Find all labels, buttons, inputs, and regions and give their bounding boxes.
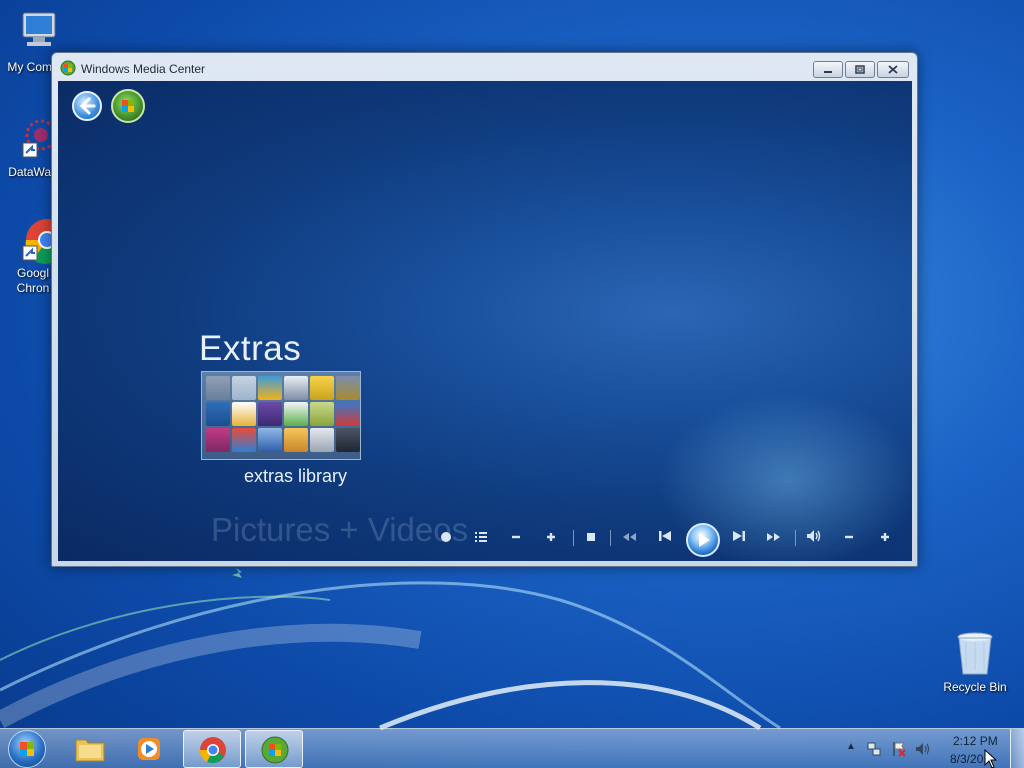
minimize-icon [823, 61, 833, 79]
app-icon [206, 402, 230, 426]
speaker-icon [806, 530, 822, 546]
taskbar: ▲ 2:12 PM 8/3/20 [0, 728, 1024, 768]
volume-button[interactable] [804, 529, 824, 547]
tile-label: extras library [244, 466, 348, 486]
media-player-icon [135, 735, 163, 763]
chrome-icon [9, 216, 68, 264]
clock-time[interactable]: 2:12 PM [953, 734, 998, 748]
previous-button[interactable] [655, 529, 675, 547]
volume-up-button[interactable] [875, 529, 895, 547]
desktop-icon-label: Recycle Bin [943, 680, 1007, 694]
app-icon [336, 376, 360, 400]
taskbar-windows-explorer[interactable] [60, 730, 118, 768]
media-center-content: Extras extras library Pictures + Videos [58, 81, 912, 561]
app-icon [310, 428, 334, 452]
desktop-icon-recycle-bin[interactable]: Recycle Bin [942, 630, 1008, 695]
show-desktop-button[interactable] [1010, 729, 1024, 768]
app-icon [258, 402, 282, 426]
rewind-icon [621, 530, 637, 546]
close-icon [888, 61, 898, 79]
record-icon [440, 530, 452, 546]
volume-icon[interactable] [915, 741, 931, 757]
app-icon [336, 428, 360, 452]
play-icon [688, 533, 718, 559]
windows-logo-icon [113, 100, 143, 125]
taskbar-windows-media-player[interactable] [120, 730, 178, 768]
media-center-window[interactable]: Windows Media Center Extras extras libra… [51, 52, 918, 567]
fast-forward-icon [766, 530, 782, 546]
channel-down-button[interactable] [506, 529, 526, 547]
section-title: Extras [199, 329, 302, 368]
back-arrow-icon [74, 97, 100, 123]
volume-down-button[interactable] [839, 529, 859, 547]
channel-up-button[interactable] [541, 529, 561, 547]
app-icon [232, 402, 256, 426]
mouse-cursor-icon [984, 748, 998, 768]
start-button[interactable] [8, 730, 46, 768]
taskbar-windows-media-center[interactable] [245, 730, 303, 768]
transport-controls [436, 523, 896, 557]
media-center-icon [60, 60, 76, 76]
fast-forward-button[interactable] [764, 529, 784, 547]
skip-forward-icon [732, 530, 746, 546]
next-section-title: Pictures + Videos [211, 511, 469, 548]
minus-icon [843, 530, 855, 546]
app-icon [206, 428, 230, 452]
app-icon [284, 376, 308, 400]
action-center-flag-icon[interactable] [891, 741, 907, 757]
plus-icon [879, 530, 891, 546]
window-title: Windows Media Center [81, 62, 206, 76]
clock-date[interactable]: 8/3/20 [950, 752, 983, 766]
separator [573, 530, 574, 546]
rewind-button[interactable] [619, 529, 639, 547]
separator [795, 530, 796, 546]
app-icon [232, 376, 256, 400]
record-button[interactable] [436, 529, 456, 547]
back-button[interactable] [72, 91, 102, 121]
app-icon [206, 376, 230, 400]
plus-icon [545, 530, 557, 546]
media-center-start-button[interactable] [111, 89, 145, 123]
app-icon [258, 428, 282, 452]
app-icon [336, 402, 360, 426]
extras-library-tile[interactable] [201, 371, 361, 460]
close-button[interactable] [877, 61, 909, 78]
skip-back-icon [658, 530, 672, 546]
restore-icon [855, 61, 865, 79]
next-button[interactable] [729, 529, 749, 547]
app-icon [232, 428, 256, 452]
recycle-bin-icon [951, 630, 999, 678]
windows-logo-icon [9, 742, 45, 768]
stop-icon [585, 530, 597, 546]
stop-button[interactable] [581, 529, 601, 547]
window-titlebar[interactable]: Windows Media Center [52, 53, 917, 82]
minimize-button[interactable] [813, 61, 843, 78]
minus-icon [510, 530, 522, 546]
datawag-icon [9, 115, 57, 163]
app-icon [310, 402, 334, 426]
chrome-icon [199, 736, 227, 764]
show-hidden-icons-button[interactable]: ▲ [846, 741, 856, 752]
restore-button[interactable] [845, 61, 875, 78]
list-icon [474, 530, 488, 546]
app-icon [284, 402, 308, 426]
separator [610, 530, 611, 546]
computer-icon [9, 10, 57, 58]
app-icon [258, 376, 282, 400]
app-icon [284, 428, 308, 452]
extras-icon-grid [204, 374, 360, 459]
folder-icon [75, 735, 105, 763]
media-center-icon [261, 736, 289, 764]
network-icon[interactable] [866, 741, 882, 757]
menu-button[interactable] [471, 529, 491, 547]
taskbar-google-chrome[interactable] [183, 730, 241, 768]
app-icon [310, 376, 334, 400]
play-button[interactable] [686, 523, 720, 557]
